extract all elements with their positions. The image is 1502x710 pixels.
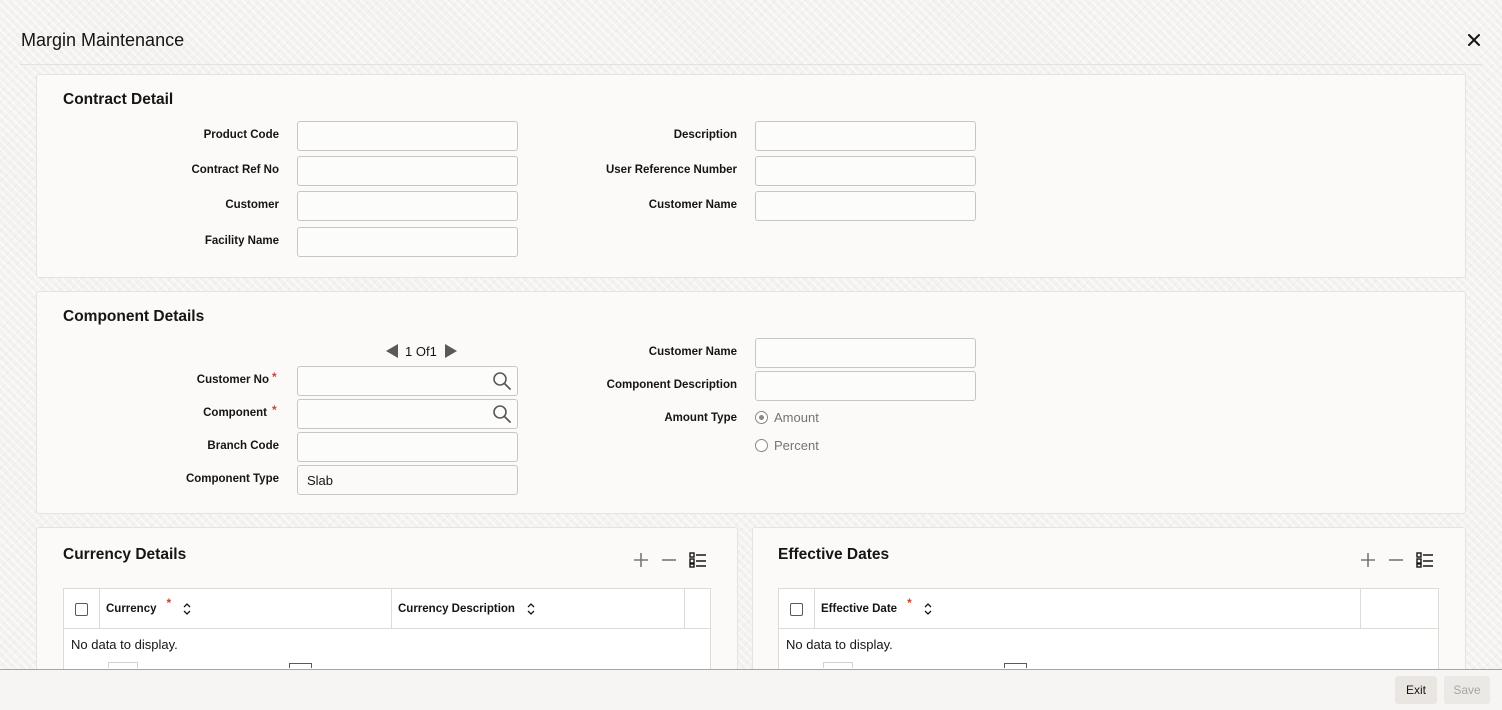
plus-icon (634, 553, 648, 567)
component-required-marker: * (272, 403, 277, 417)
minus-icon (1389, 559, 1403, 561)
component-description-input[interactable] (755, 371, 976, 401)
contract-detail-title: Contract Detail (63, 91, 174, 108)
currency-details-title: Currency Details (63, 546, 187, 563)
component-type-label: Component Type (185, 473, 279, 485)
amount-type-amount-option[interactable]: Amount (755, 410, 819, 425)
currency-required-marker: * (166, 596, 172, 610)
contract-detail-panel (36, 74, 1466, 278)
amount-radio[interactable] (755, 411, 768, 424)
header-divider (20, 64, 1482, 65)
customer-no-label: Customer No (196, 374, 269, 386)
percent-option-label: Percent (774, 438, 819, 453)
currency-description-column-header[interactable]: Currency Description (392, 589, 685, 629)
customer-name-label: Customer Name (648, 199, 737, 211)
sort-icon (527, 603, 535, 615)
pager-total: 1 (429, 344, 437, 359)
sort-icon (924, 603, 932, 615)
facility-name-input[interactable] (297, 227, 518, 257)
currency-add-row-button[interactable] (629, 548, 653, 572)
pager-current: 1 (405, 344, 413, 359)
branch-code-input[interactable] (297, 432, 518, 462)
effective-dates-single-record-view-button[interactable] (1413, 548, 1437, 572)
customer-label: Customer (225, 199, 279, 211)
description-label: Description (673, 129, 737, 141)
effective-dates-delete-row-button[interactable] (1384, 548, 1408, 572)
component-details-title: Component Details (63, 308, 205, 325)
currency-select-all-cell (64, 589, 100, 629)
effective-dates-empty-message: No data to display. (786, 637, 893, 652)
customer-input[interactable] (297, 191, 518, 221)
next-record-button[interactable] (443, 343, 459, 359)
effective-dates-grid-header: Effective Date * (779, 589, 1438, 629)
currency-single-record-view-button[interactable] (686, 548, 710, 572)
minus-icon (662, 559, 676, 561)
currency-delete-row-button[interactable] (657, 548, 681, 572)
amount-type-percent-option[interactable]: Percent (755, 438, 819, 453)
description-input[interactable] (755, 121, 976, 151)
component-label: Component (203, 407, 267, 419)
page-title: Margin Maintenance (21, 30, 185, 50)
close-icon (1468, 34, 1480, 46)
currency-grid-header: Currency * Currency Description (64, 589, 710, 629)
effective-date-required-marker: * (907, 596, 912, 610)
product-code-label: Product Code (203, 129, 279, 141)
footer-bar: Exit Save (0, 669, 1502, 710)
triangle-right-icon (445, 344, 457, 358)
user-reference-number-input[interactable] (755, 156, 976, 186)
effective-dates-select-all-checkbox[interactable] (790, 602, 803, 616)
exit-button[interactable]: Exit (1395, 676, 1437, 704)
effective-dates-add-row-button[interactable] (1356, 548, 1380, 572)
currency-pagination-page-field (108, 662, 138, 668)
component-customer-name-input[interactable] (755, 338, 976, 368)
effective-dates-pagination-checkbox (1004, 663, 1027, 668)
component-input[interactable] (297, 399, 518, 429)
component-type-input[interactable] (297, 465, 518, 495)
save-button[interactable]: Save (1444, 676, 1490, 704)
amount-type-label: Amount Type (664, 412, 737, 424)
effective-date-column-header[interactable]: Effective Date * (815, 589, 1361, 629)
component-customer-name-label: Customer Name (648, 346, 737, 358)
user-reference-number-label: User Reference Number (605, 164, 737, 176)
customer-no-required-marker: * (272, 370, 277, 384)
currency-pagination-checkbox (289, 663, 312, 668)
customer-name-input[interactable] (755, 191, 976, 221)
list-view-icon (1416, 552, 1433, 568)
effective-dates-title: Effective Dates (778, 546, 890, 563)
component-description-label: Component Description (606, 379, 737, 391)
currency-select-all-checkbox[interactable] (75, 602, 88, 616)
customer-no-input[interactable] (297, 366, 518, 396)
contract-ref-no-input[interactable] (297, 156, 518, 186)
effective-dates-select-all-cell (779, 589, 815, 629)
product-code-input[interactable] (297, 121, 518, 151)
percent-radio[interactable] (755, 439, 768, 452)
pager: 1 Of1 (405, 344, 437, 359)
triangle-left-icon (386, 344, 398, 358)
currency-empty-message: No data to display. (71, 637, 178, 652)
previous-record-button[interactable] (384, 343, 400, 359)
currency-column-header[interactable]: Currency * (100, 589, 392, 629)
list-view-icon (689, 552, 706, 568)
amount-option-label: Amount (774, 410, 819, 425)
close-button[interactable] (1462, 28, 1486, 52)
pager-of: Of (415, 344, 430, 359)
plus-icon (1361, 553, 1375, 567)
branch-code-label: Branch Code (207, 440, 279, 452)
effective-dates-pagination-page-field (823, 662, 853, 668)
contract-ref-no-label: Contract Ref No (191, 164, 279, 176)
sort-icon (183, 603, 191, 615)
facility-name-label: Facility Name (204, 235, 279, 247)
